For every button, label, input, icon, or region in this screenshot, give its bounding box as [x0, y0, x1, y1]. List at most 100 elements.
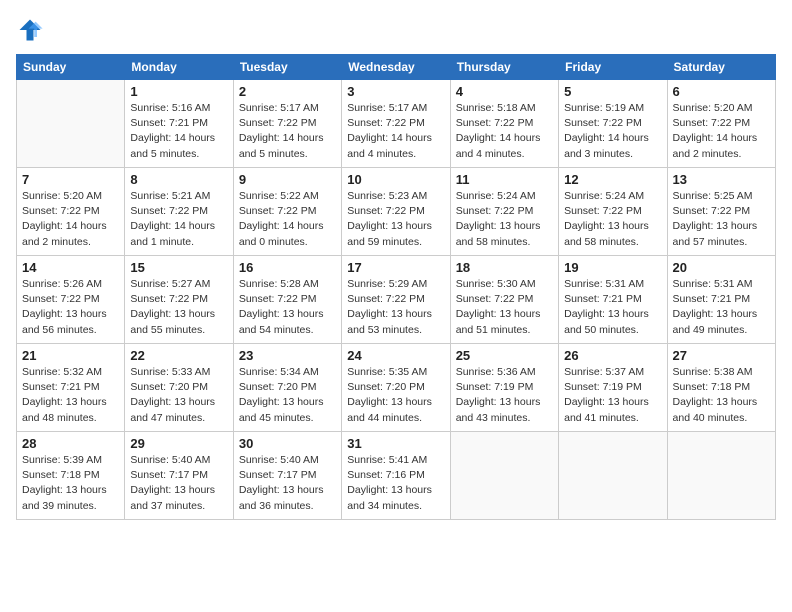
cell-date: 30 — [239, 436, 336, 451]
calendar-cell — [17, 80, 125, 168]
cell-info: Sunrise: 5:32 AM Sunset: 7:21 PM Dayligh… — [22, 365, 119, 426]
calendar-cell: 9 Sunrise: 5:22 AM Sunset: 7:22 PM Daylig… — [233, 168, 341, 256]
cell-info: Sunrise: 5:17 AM Sunset: 7:22 PM Dayligh… — [239, 101, 336, 162]
calendar-cell: 6 Sunrise: 5:20 AM Sunset: 7:22 PM Daylig… — [667, 80, 775, 168]
cell-info: Sunrise: 5:40 AM Sunset: 7:17 PM Dayligh… — [239, 453, 336, 514]
cell-info: Sunrise: 5:26 AM Sunset: 7:22 PM Dayligh… — [22, 277, 119, 338]
calendar-cell: 31Sunrise: 5:41 AM Sunset: 7:16 PM Dayli… — [342, 432, 450, 520]
cell-info: Sunrise: 5:33 AM Sunset: 7:20 PM Dayligh… — [130, 365, 227, 426]
cell-info: Sunrise: 5:36 AM Sunset: 7:19 PM Dayligh… — [456, 365, 553, 426]
cell-date: 21 — [22, 348, 119, 363]
cell-info: Sunrise: 5:31 AM Sunset: 7:21 PM Dayligh… — [564, 277, 661, 338]
calendar-cell: 20 Sunrise: 5:31 AM Sunset: 7:21 PM Dayli… — [667, 256, 775, 344]
cell-info: Sunrise: 5:28 AM Sunset: 7:22 PM Dayligh… — [239, 277, 336, 338]
cell-date: 9 — [239, 172, 336, 187]
calendar-cell: 7Sunrise: 5:20 AM Sunset: 7:22 PM Daylig… — [17, 168, 125, 256]
cell-info: Sunrise: 5:35 AM Sunset: 7:20 PM Dayligh… — [347, 365, 444, 426]
calendar-cell — [667, 432, 775, 520]
calendar-week-2: 7Sunrise: 5:20 AM Sunset: 7:22 PM Daylig… — [17, 168, 776, 256]
cell-date: 13 — [673, 172, 770, 187]
cell-date: 14 — [22, 260, 119, 275]
cell-info: Sunrise: 5:37 AM Sunset: 7:19 PM Dayligh… — [564, 365, 661, 426]
cell-info: Sunrise: 5:22 AM Sunset: 7:22 PM Dayligh… — [239, 189, 336, 250]
cell-info: Sunrise: 5:30 AM Sunset: 7:22 PM Dayligh… — [456, 277, 553, 338]
cell-date: 6 — [673, 84, 770, 99]
calendar-cell: 22 Sunrise: 5:33 AM Sunset: 7:20 PM Dayli… — [125, 344, 233, 432]
calendar-cell: 11 Sunrise: 5:24 AM Sunset: 7:22 PM Dayli… — [450, 168, 558, 256]
cell-info: Sunrise: 5:20 AM Sunset: 7:22 PM Dayligh… — [673, 101, 770, 162]
calendar-cell: 1Sunrise: 5:16 AM Sunset: 7:21 PM Daylig… — [125, 80, 233, 168]
cell-date: 4 — [456, 84, 553, 99]
cell-date: 26 — [564, 348, 661, 363]
calendar-cell: 12 Sunrise: 5:24 AM Sunset: 7:22 PM Dayli… — [559, 168, 667, 256]
weekday-monday: Monday — [125, 55, 233, 80]
logo-icon — [16, 16, 44, 44]
weekday-saturday: Saturday — [667, 55, 775, 80]
calendar-cell: 5 Sunrise: 5:19 AM Sunset: 7:22 PM Daylig… — [559, 80, 667, 168]
calendar-cell: 15Sunrise: 5:27 AM Sunset: 7:22 PM Dayli… — [125, 256, 233, 344]
calendar-week-1: 1Sunrise: 5:16 AM Sunset: 7:21 PM Daylig… — [17, 80, 776, 168]
calendar-cell: 2Sunrise: 5:17 AM Sunset: 7:22 PM Daylig… — [233, 80, 341, 168]
weekday-header: SundayMondayTuesdayWednesdayThursdayFrid… — [17, 55, 776, 80]
cell-date: 7 — [22, 172, 119, 187]
cell-info: Sunrise: 5:34 AM Sunset: 7:20 PM Dayligh… — [239, 365, 336, 426]
cell-info: Sunrise: 5:39 AM Sunset: 7:18 PM Dayligh… — [22, 453, 119, 514]
cell-date: 5 — [564, 84, 661, 99]
cell-date: 12 — [564, 172, 661, 187]
calendar-cell — [450, 432, 558, 520]
calendar-cell: 16 Sunrise: 5:28 AM Sunset: 7:22 PM Dayli… — [233, 256, 341, 344]
cell-date: 22 — [130, 348, 227, 363]
cell-date: 18 — [456, 260, 553, 275]
cell-date: 10 — [347, 172, 444, 187]
calendar-cell: 24 Sunrise: 5:35 AM Sunset: 7:20 PM Dayli… — [342, 344, 450, 432]
calendar-cell: 13Sunrise: 5:25 AM Sunset: 7:22 PM Dayli… — [667, 168, 775, 256]
cell-info: Sunrise: 5:24 AM Sunset: 7:22 PM Dayligh… — [564, 189, 661, 250]
cell-date: 20 — [673, 260, 770, 275]
calendar-cell: 14 Sunrise: 5:26 AM Sunset: 7:22 PM Dayli… — [17, 256, 125, 344]
calendar-cell — [559, 432, 667, 520]
cell-date: 27 — [673, 348, 770, 363]
calendar-cell: 30 Sunrise: 5:40 AM Sunset: 7:17 PM Dayli… — [233, 432, 341, 520]
calendar-cell: 27 Sunrise: 5:38 AM Sunset: 7:18 PM Dayli… — [667, 344, 775, 432]
cell-date: 17 — [347, 260, 444, 275]
cell-date: 3 — [347, 84, 444, 99]
cell-date: 16 — [239, 260, 336, 275]
cell-date: 23 — [239, 348, 336, 363]
cell-date: 11 — [456, 172, 553, 187]
calendar-week-5: 28 Sunrise: 5:39 AM Sunset: 7:18 PM Dayli… — [17, 432, 776, 520]
cell-info: Sunrise: 5:31 AM Sunset: 7:21 PM Dayligh… — [673, 277, 770, 338]
cell-info: Sunrise: 5:16 AM Sunset: 7:21 PM Dayligh… — [130, 101, 227, 162]
cell-info: Sunrise: 5:40 AM Sunset: 7:17 PM Dayligh… — [130, 453, 227, 514]
calendar-table: SundayMondayTuesdayWednesdayThursdayFrid… — [16, 54, 776, 520]
cell-date: 15 — [130, 260, 227, 275]
weekday-sunday: Sunday — [17, 55, 125, 80]
logo — [16, 16, 48, 44]
calendar-cell: 19Sunrise: 5:31 AM Sunset: 7:21 PM Dayli… — [559, 256, 667, 344]
calendar-cell: 10 Sunrise: 5:23 AM Sunset: 7:22 PM Dayli… — [342, 168, 450, 256]
cell-info: Sunrise: 5:29 AM Sunset: 7:22 PM Dayligh… — [347, 277, 444, 338]
weekday-wednesday: Wednesday — [342, 55, 450, 80]
calendar-cell: 17 Sunrise: 5:29 AM Sunset: 7:22 PM Dayli… — [342, 256, 450, 344]
calendar-week-3: 14 Sunrise: 5:26 AM Sunset: 7:22 PM Dayli… — [17, 256, 776, 344]
calendar-cell: 3Sunrise: 5:17 AM Sunset: 7:22 PM Daylig… — [342, 80, 450, 168]
weekday-tuesday: Tuesday — [233, 55, 341, 80]
cell-date: 24 — [347, 348, 444, 363]
weekday-friday: Friday — [559, 55, 667, 80]
calendar-cell: 29 Sunrise: 5:40 AM Sunset: 7:17 PM Dayli… — [125, 432, 233, 520]
calendar-cell: 4 Sunrise: 5:18 AM Sunset: 7:22 PM Daylig… — [450, 80, 558, 168]
page-header — [16, 16, 776, 44]
calendar-cell: 23 Sunrise: 5:34 AM Sunset: 7:20 PM Dayli… — [233, 344, 341, 432]
cell-info: Sunrise: 5:24 AM Sunset: 7:22 PM Dayligh… — [456, 189, 553, 250]
calendar-cell: 28 Sunrise: 5:39 AM Sunset: 7:18 PM Dayli… — [17, 432, 125, 520]
calendar-cell: 21 Sunrise: 5:32 AM Sunset: 7:21 PM Dayli… — [17, 344, 125, 432]
cell-info: Sunrise: 5:18 AM Sunset: 7:22 PM Dayligh… — [456, 101, 553, 162]
calendar-cell: 25Sunrise: 5:36 AM Sunset: 7:19 PM Dayli… — [450, 344, 558, 432]
cell-date: 29 — [130, 436, 227, 451]
cell-info: Sunrise: 5:38 AM Sunset: 7:18 PM Dayligh… — [673, 365, 770, 426]
cell-info: Sunrise: 5:23 AM Sunset: 7:22 PM Dayligh… — [347, 189, 444, 250]
cell-info: Sunrise: 5:19 AM Sunset: 7:22 PM Dayligh… — [564, 101, 661, 162]
weekday-thursday: Thursday — [450, 55, 558, 80]
calendar-cell: 26 Sunrise: 5:37 AM Sunset: 7:19 PM Dayli… — [559, 344, 667, 432]
cell-info: Sunrise: 5:21 AM Sunset: 7:22 PM Dayligh… — [130, 189, 227, 250]
cell-date: 28 — [22, 436, 119, 451]
